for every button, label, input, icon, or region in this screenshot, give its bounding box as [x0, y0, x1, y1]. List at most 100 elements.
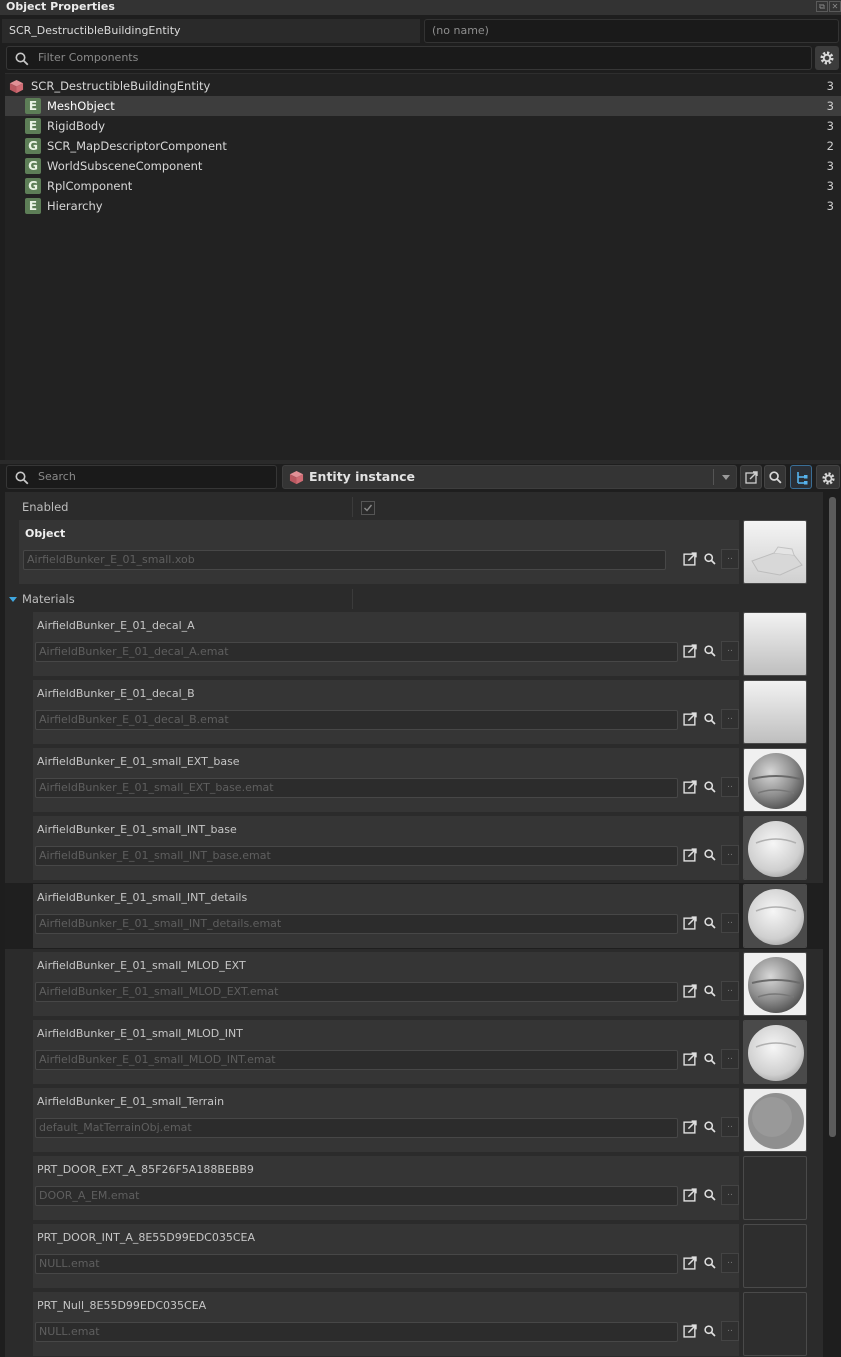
material-path-field[interactable]: AirfieldBunker_E_01_decal_A.emat [35, 642, 678, 662]
search-icon [704, 849, 716, 861]
material-row: PRT_DOOR_EXT_A_85F26F5A188BEBB9 DOOR_A_EM… [33, 1156, 739, 1220]
generic-component-badge-icon: G [25, 178, 41, 194]
open-external-icon [683, 984, 697, 998]
pick-resource-button[interactable]: .. [721, 981, 739, 1001]
component-row-hierarchy[interactable]: E Hierarchy 3 [5, 196, 841, 216]
material-row: AirfieldBunker_E_01_decal_A AirfieldBunke… [33, 612, 739, 676]
material-path-field[interactable]: AirfieldBunker_E_01_small_MLOD_INT.emat [35, 1050, 678, 1070]
open-external-icon [745, 471, 758, 484]
component-row-mapdescriptor[interactable]: G SCR_MapDescriptorComponent 2 [5, 136, 841, 156]
find-resource-button[interactable] [701, 1321, 719, 1341]
material-preview-thumbnail [743, 612, 807, 676]
open-resource-button[interactable] [681, 709, 699, 729]
material-path-field[interactable]: AirfieldBunker_E_01_small_MLOD_EXT.emat [35, 982, 678, 1002]
find-resource-button[interactable] [701, 1117, 719, 1137]
component-row-meshobject[interactable]: E MeshObject 3 [5, 96, 841, 116]
find-resource-button[interactable] [701, 1253, 719, 1273]
open-resource-button[interactable] [681, 641, 699, 661]
material-label: AirfieldBunker_E_01_small_INT_details [37, 891, 248, 904]
undock-button[interactable]: ⧉ [816, 1, 828, 12]
component-root-row[interactable]: SCR_DestructibleBuildingEntity 3 [5, 76, 841, 96]
find-resource-button[interactable] [701, 709, 719, 729]
material-row: AirfieldBunker_E_01_small_INT_details Air… [33, 884, 739, 948]
open-resource-button[interactable] [681, 1253, 699, 1273]
material-preview-thumbnail [743, 1292, 807, 1356]
material-path-field[interactable]: AirfieldBunker_E_01_small_INT_base.emat [35, 846, 678, 866]
component-row-worldsubscene[interactable]: G WorldSubsceneComponent 3 [5, 156, 841, 176]
open-resource-button[interactable] [681, 1117, 699, 1137]
materials-property[interactable]: Materials [5, 587, 823, 611]
material-path-field[interactable]: default_MatTerrainObj.emat [35, 1118, 678, 1138]
material-preview-thumbnail [743, 1224, 807, 1288]
hierarchy-view-button[interactable] [790, 465, 812, 489]
find-resource-button[interactable] [701, 1049, 719, 1069]
material-preview-thumbnail [743, 1088, 807, 1152]
pick-resource-button[interactable]: .. [721, 1321, 739, 1341]
open-resource-button[interactable] [681, 777, 699, 797]
pick-resource-button[interactable]: .. [721, 1049, 739, 1069]
material-row: AirfieldBunker_E_01_small_EXT_base Airfie… [33, 748, 739, 812]
material-path-field[interactable]: NULL.emat [35, 1254, 678, 1274]
component-label: RigidBody [47, 119, 106, 133]
component-count: 3 [826, 179, 834, 193]
property-search-input[interactable]: Search [6, 465, 277, 489]
component-row-rplcomponent[interactable]: G RplComponent 3 [5, 176, 841, 196]
pick-resource-button[interactable]: .. [721, 845, 739, 865]
filter-components-input[interactable]: Filter Components [6, 46, 812, 70]
material-path-field[interactable]: DOOR_A_EM.emat [35, 1186, 678, 1206]
open-resource-button[interactable] [681, 549, 699, 569]
search-icon [704, 1189, 716, 1201]
enabled-checkbox[interactable] [361, 501, 375, 515]
material-path-field[interactable]: AirfieldBunker_E_01_decal_B.emat [35, 710, 678, 730]
component-row-rigidbody[interactable]: E RigidBody 3 [5, 116, 841, 136]
pick-resource-button[interactable]: .. [721, 777, 739, 797]
find-resource-button[interactable] [701, 549, 719, 569]
cube-icon [9, 79, 24, 94]
find-resource-button[interactable] [701, 1185, 719, 1205]
search-icon [15, 52, 29, 66]
open-resource-button[interactable] [681, 1321, 699, 1341]
scope-dropdown-label: Entity instance [309, 469, 415, 484]
title-bar: Object Properties ⧉ ✕ [0, 0, 841, 15]
find-resource-button[interactable] [701, 845, 719, 865]
open-external-button[interactable] [740, 465, 762, 489]
pick-resource-button[interactable]: .. [721, 709, 739, 729]
component-label: MeshObject [47, 99, 115, 113]
find-resource-button[interactable] [701, 981, 719, 1001]
pick-resource-button[interactable]: .. [721, 641, 739, 661]
entity-name-field[interactable]: (no name) [424, 19, 839, 43]
search-icon [704, 1257, 716, 1269]
open-resource-button[interactable] [681, 1185, 699, 1205]
find-resource-button[interactable] [701, 913, 719, 933]
find-resource-button[interactable] [701, 641, 719, 661]
pick-resource-button[interactable]: .. [721, 1117, 739, 1137]
search-icon [704, 781, 716, 793]
open-resource-button[interactable] [681, 845, 699, 865]
material-path-field[interactable]: AirfieldBunker_E_01_small_EXT_base.emat [35, 778, 678, 798]
component-count: 3 [826, 159, 834, 173]
pick-resource-button[interactable]: .. [721, 549, 739, 569]
scope-dropdown[interactable]: Entity instance [282, 465, 737, 489]
open-external-icon [683, 712, 697, 726]
component-settings-button[interactable] [815, 46, 839, 70]
find-resource-button[interactable] [701, 777, 719, 797]
property-settings-button[interactable] [816, 465, 840, 489]
material-preview-thumbnail [743, 748, 807, 812]
locate-button[interactable] [764, 465, 786, 489]
close-button[interactable]: ✕ [829, 1, 841, 12]
material-row: AirfieldBunker_E_01_small_Terrain default… [33, 1088, 739, 1152]
generic-component-badge-icon: G [25, 158, 41, 174]
material-path-field[interactable]: NULL.emat [35, 1322, 678, 1342]
open-resource-button[interactable] [681, 913, 699, 933]
material-path-field[interactable]: AirfieldBunker_E_01_small_INT_details.em… [35, 914, 678, 934]
pick-resource-button[interactable]: .. [721, 913, 739, 933]
open-external-icon [683, 1324, 697, 1338]
scrollbar-thumb[interactable] [829, 497, 836, 1137]
object-path-field[interactable]: AirfieldBunker_E_01_small.xob [23, 550, 666, 570]
open-resource-button[interactable] [681, 981, 699, 1001]
open-resource-button[interactable] [681, 1049, 699, 1069]
pick-resource-button[interactable]: .. [721, 1253, 739, 1273]
panel-splitter[interactable] [0, 460, 841, 464]
pick-resource-button[interactable]: .. [721, 1185, 739, 1205]
entity-header: SCR_DestructibleBuildingEntity (no name) [0, 19, 841, 45]
